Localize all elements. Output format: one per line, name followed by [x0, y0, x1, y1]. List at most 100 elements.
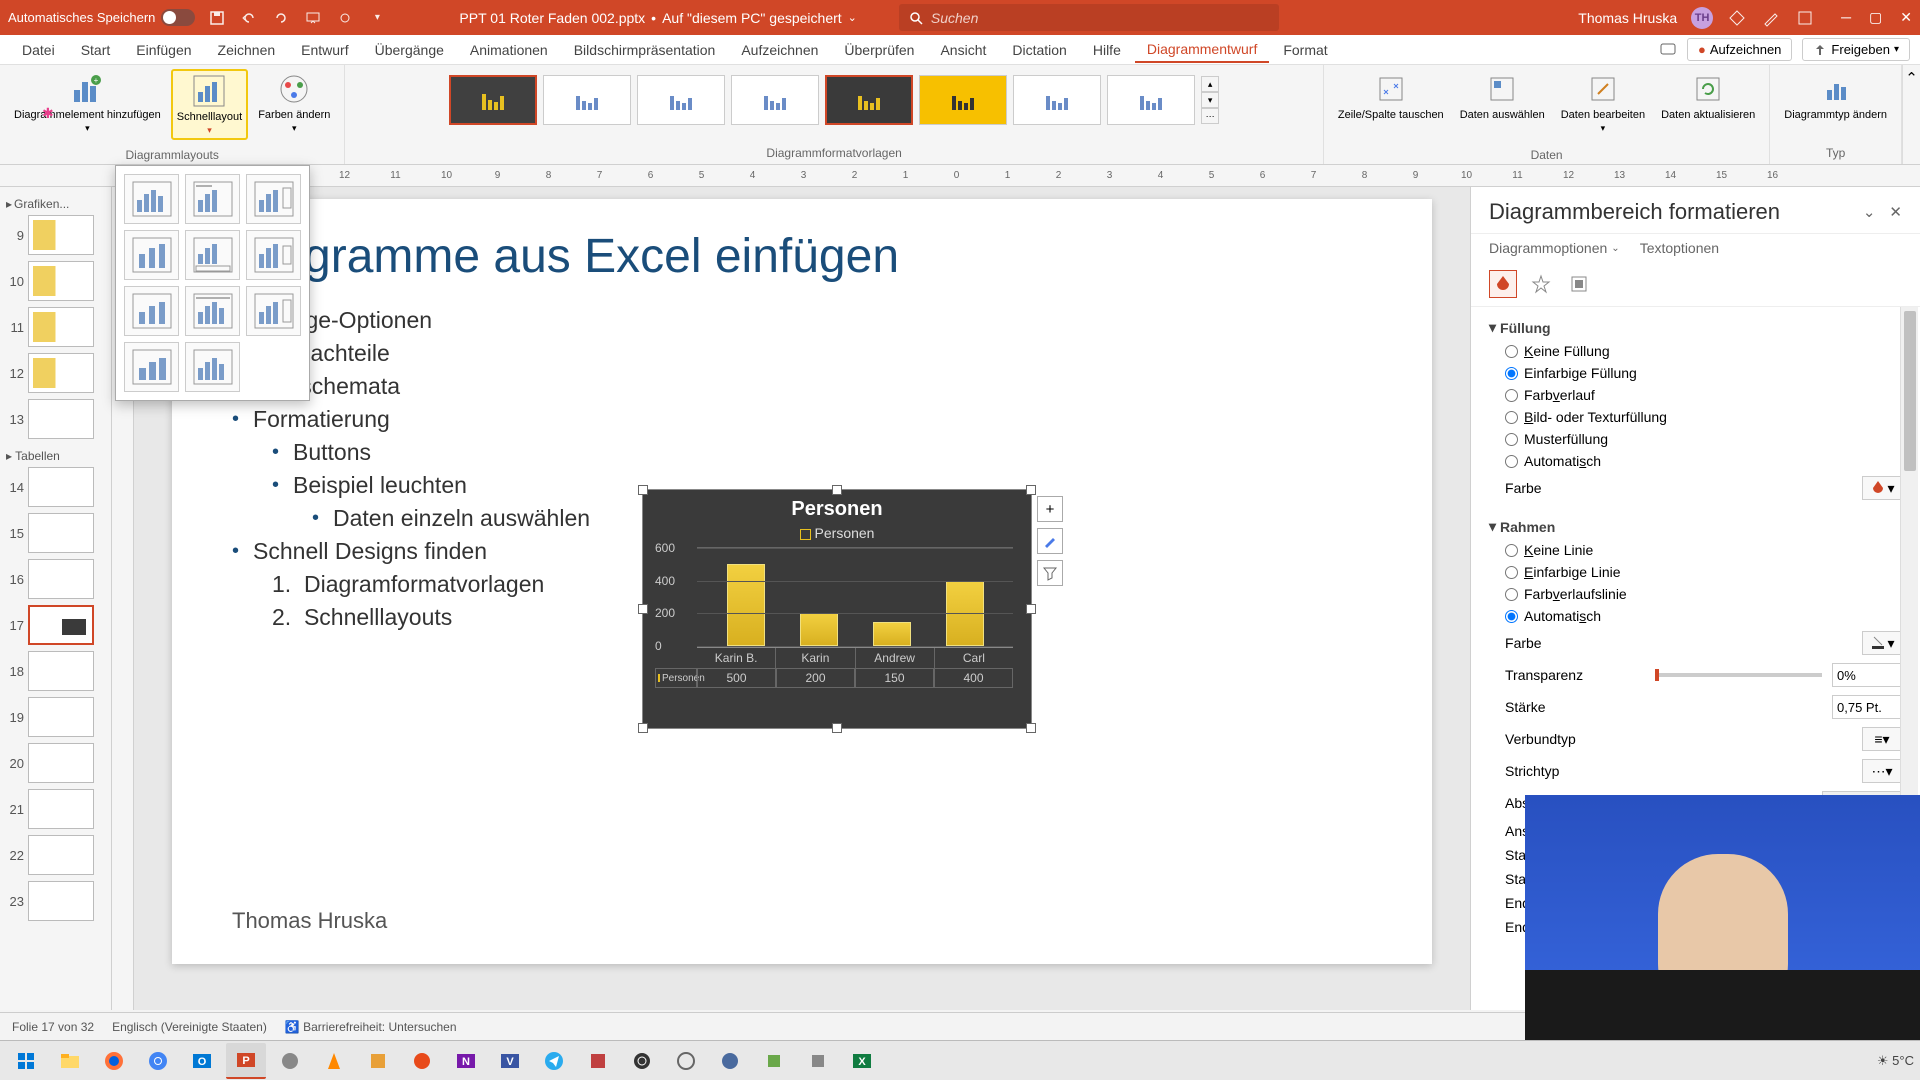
text-options-tab[interactable]: Textoptionen — [1640, 240, 1719, 256]
start-button[interactable] — [6, 1043, 46, 1079]
tab-hilfe[interactable]: Hilfe — [1081, 38, 1133, 62]
edit-data-button[interactable]: Daten bearbeiten▾ — [1557, 69, 1649, 136]
tab-datei[interactable]: Datei — [10, 38, 67, 62]
add-chart-element-button[interactable]: + Diagrammelement hinzufügen ▾ — [10, 69, 165, 136]
touch-icon[interactable] — [335, 8, 355, 28]
quick-layout-button[interactable]: Schnelllayout ▾ ✱ — [171, 69, 248, 140]
user-name[interactable]: Thomas Hruska — [1578, 10, 1677, 26]
ribbon-collapse-icon[interactable]: ⌃ — [1902, 65, 1920, 164]
share-button[interactable]: Freigeben▾ — [1802, 38, 1910, 61]
slide-thumbnail-12[interactable] — [28, 353, 94, 393]
weather-widget[interactable]: ☀ 5°C — [1877, 1053, 1914, 1069]
fill-line-icon[interactable] — [1489, 270, 1517, 298]
quick-layout-2[interactable] — [185, 174, 240, 224]
size-properties-icon[interactable] — [1565, 270, 1593, 298]
firefox-icon[interactable] — [94, 1043, 134, 1079]
quick-layout-3[interactable] — [246, 174, 301, 224]
chart-style-6[interactable] — [919, 75, 1007, 125]
tab-format[interactable]: Format — [1271, 38, 1339, 62]
tab-ueberpruefen[interactable]: Überprüfen — [832, 38, 926, 62]
visio-icon[interactable]: V — [490, 1043, 530, 1079]
change-colors-button[interactable]: Farben ändern ▾ — [254, 69, 334, 136]
tab-animationen[interactable]: Animationen — [458, 38, 560, 62]
border-section-header[interactable]: ▾ Rahmen — [1489, 514, 1902, 539]
chart-style-1[interactable] — [449, 75, 537, 125]
title-dropdown-icon[interactable]: ⌄ — [848, 11, 857, 24]
slide-thumbnail-18[interactable] — [28, 651, 94, 691]
change-chart-type-button[interactable]: Diagrammtyp ändern — [1780, 69, 1891, 123]
gallery-down-icon[interactable]: ▾ — [1201, 92, 1219, 108]
tab-bildschirm[interactable]: Bildschirmpräsentation — [562, 38, 728, 62]
fill-pattern-radio[interactable]: Musterfüllung — [1489, 428, 1902, 450]
fill-color-button[interactable]: ▾ — [1862, 476, 1902, 500]
qat-more-icon[interactable]: ▾ — [367, 8, 387, 28]
slide-thumbnail-21[interactable] — [28, 789, 94, 829]
close-icon[interactable]: ✕ — [1900, 9, 1912, 26]
tab-entwurf[interactable]: Entwurf — [289, 38, 360, 62]
slide-thumbnails-panel[interactable]: ▸ Grafiken... 910111213▸ Tabellen1415161… — [0, 187, 112, 1010]
bullet-item[interactable]: Farbschemata — [232, 370, 1372, 403]
chart-bar[interactable] — [873, 622, 911, 647]
chart-title[interactable]: Personen — [643, 490, 1031, 525]
fill-solid-radio[interactable]: Einfarbige Füllung — [1489, 362, 1902, 384]
transparency-slider[interactable] — [1655, 673, 1822, 677]
slide-title[interactable]: Diagramme aus Excel einfügen — [232, 229, 1372, 284]
chart-style-8[interactable] — [1107, 75, 1195, 125]
onenote-icon[interactable]: N — [446, 1043, 486, 1079]
tab-aufzeichnen[interactable]: Aufzeichnen — [729, 38, 830, 62]
obs-icon[interactable] — [622, 1043, 662, 1079]
compound-type-button[interactable]: ≡▾ — [1862, 727, 1902, 751]
chart-filters-button[interactable] — [1037, 560, 1063, 586]
quick-layout-11[interactable] — [185, 342, 240, 392]
search-box[interactable] — [899, 4, 1279, 31]
fill-section-header[interactable]: ▾ Füllung — [1489, 315, 1902, 340]
tab-einfuegen[interactable]: Einfügen — [124, 38, 203, 62]
slide-thumbnail-20[interactable] — [28, 743, 94, 783]
border-color-button[interactable]: ▾ — [1862, 631, 1902, 655]
language-indicator[interactable]: Englisch (Vereinigte Staaten) — [112, 1020, 267, 1034]
tab-zeichnen[interactable]: Zeichnen — [206, 38, 288, 62]
quick-layout-1[interactable] — [124, 174, 179, 224]
slide-thumbnail-9[interactable] — [28, 215, 94, 255]
fill-none-radio[interactable]: Keine Füllung — [1489, 340, 1902, 362]
border-none-radio[interactable]: Keine Linie — [1489, 539, 1902, 561]
slide-thumbnail-17[interactable] — [28, 605, 94, 645]
bullet-item[interactable]: Buttons — [232, 436, 1372, 469]
slide-thumbnail-11[interactable] — [28, 307, 94, 347]
present-icon[interactable] — [303, 8, 323, 28]
save-icon[interactable] — [207, 8, 227, 28]
outlook-icon[interactable]: O — [182, 1043, 222, 1079]
quick-layout-8[interactable] — [185, 286, 240, 336]
powerpoint-icon[interactable]: P — [226, 1043, 266, 1079]
user-avatar[interactable]: TH — [1691, 7, 1713, 29]
chart-styles-button[interactable] — [1037, 528, 1063, 554]
border-gradient-radio[interactable]: Farbverlaufslinie — [1489, 583, 1902, 605]
tab-uebergaenge[interactable]: Übergänge — [363, 38, 456, 62]
transparency-input[interactable] — [1832, 663, 1902, 687]
diamond-icon[interactable] — [1727, 8, 1747, 28]
autosave-control[interactable]: Automatisches Speichern — [8, 9, 195, 26]
pen-icon[interactable] — [1761, 8, 1781, 28]
slide-thumbnail-16[interactable] — [28, 559, 94, 599]
tab-diagrammentwurf[interactable]: Diagrammentwurf — [1135, 37, 1269, 63]
gallery-more-icon[interactable]: ⋯ — [1201, 108, 1219, 124]
chart-style-7[interactable] — [1013, 75, 1101, 125]
pane-close-icon[interactable]: ✕ — [1889, 203, 1902, 221]
border-auto-radio[interactable]: Automatisch — [1489, 605, 1902, 627]
autosave-toggle[interactable] — [161, 9, 195, 26]
quick-layout-10[interactable] — [124, 342, 179, 392]
section-tables[interactable]: ▸ Tabellen — [4, 445, 107, 467]
app-icon-2[interactable] — [358, 1043, 398, 1079]
fill-picture-radio[interactable]: Bild- oder Texturfüllung — [1489, 406, 1902, 428]
redo-icon[interactable] — [271, 8, 291, 28]
slide-thumbnail-23[interactable] — [28, 881, 94, 921]
app-icon-5[interactable] — [666, 1043, 706, 1079]
search-input[interactable] — [931, 10, 1269, 26]
border-solid-radio[interactable]: Einfarbige Linie — [1489, 561, 1902, 583]
quick-layout-7[interactable] — [124, 286, 179, 336]
slide-thumbnail-22[interactable] — [28, 835, 94, 875]
comments-icon[interactable] — [1659, 41, 1677, 59]
slide-thumbnail-15[interactable] — [28, 513, 94, 553]
section-graphics[interactable]: ▸ Grafiken... — [4, 193, 107, 215]
vlc-icon[interactable] — [314, 1043, 354, 1079]
